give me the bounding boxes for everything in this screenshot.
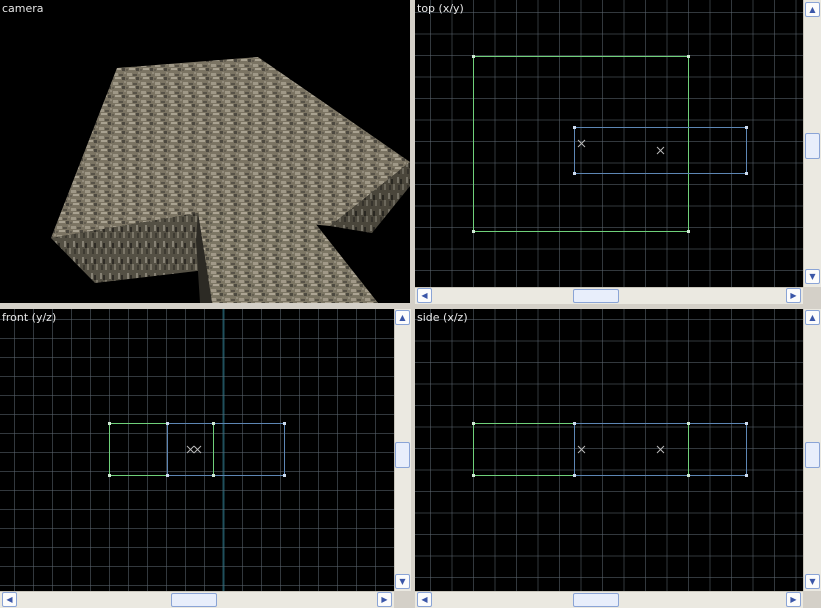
top-horizontal-scrollbar[interactable]: ◀ ▶ [415, 287, 803, 304]
camera-3d-view [51, 57, 410, 303]
scroll-left-button[interactable]: ◀ [417, 288, 432, 303]
scroll-thumb[interactable] [805, 442, 820, 468]
viewport-label: camera [2, 2, 44, 15]
side-vertical-scrollbar[interactable]: ▲ ▼ [803, 309, 821, 591]
viewport-label: side (x/z) [417, 311, 468, 324]
scroll-up-button[interactable]: ▲ [395, 310, 410, 325]
scroll-down-button[interactable]: ▼ [805, 269, 820, 284]
scroll-thumb[interactable] [573, 289, 619, 303]
scroll-up-button[interactable]: ▲ [805, 310, 820, 325]
scroll-down-button[interactable]: ▼ [395, 574, 410, 589]
scroll-thumb[interactable] [805, 133, 820, 159]
side-horizontal-scrollbar[interactable]: ◀ ▶ [415, 591, 803, 608]
secondary-brush-outline[interactable] [167, 423, 285, 476]
side-viewport[interactable]: side (x/z) [415, 309, 803, 591]
side-brushes [472, 422, 748, 477]
front-vertical-scrollbar[interactable]: ▲ ▼ [394, 309, 411, 591]
scroll-up-button[interactable]: ▲ [805, 2, 820, 17]
scroll-thumb[interactable] [171, 593, 217, 607]
viewport-label: front (y/z) [2, 311, 57, 324]
scroll-down-button[interactable]: ▼ [805, 574, 820, 589]
scroll-right-button[interactable]: ▶ [377, 592, 392, 607]
center-cross-icon [186, 445, 202, 454]
front-horizontal-scrollbar[interactable]: ◀ ▶ [0, 591, 394, 608]
center-cross-icon [577, 445, 665, 454]
scroll-left-button[interactable]: ◀ [417, 592, 432, 607]
camera-viewport[interactable]: camera [0, 0, 410, 303]
top-brushes [472, 55, 748, 233]
front-viewport[interactable]: front (y/z) [0, 309, 394, 591]
scroll-right-button[interactable]: ▶ [786, 288, 801, 303]
center-cross-icon [577, 139, 665, 155]
scroll-left-button[interactable]: ◀ [2, 592, 17, 607]
top-vertical-scrollbar[interactable]: ▲ ▼ [803, 0, 821, 287]
scroll-right-button[interactable]: ▶ [786, 592, 801, 607]
top-viewport[interactable]: top (x/y) [415, 0, 803, 287]
viewport-label: top (x/y) [417, 2, 464, 15]
scroll-thumb[interactable] [395, 442, 410, 468]
front-brushes [108, 422, 286, 477]
scroll-thumb[interactable] [573, 593, 619, 607]
